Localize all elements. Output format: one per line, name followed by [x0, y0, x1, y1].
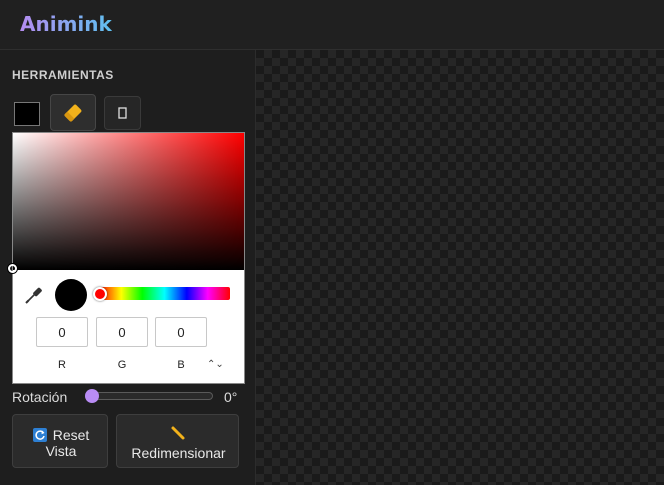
green-label: G: [117, 359, 127, 371]
resize-label: Redimensionar: [131, 445, 226, 461]
frame-icon: [118, 107, 127, 119]
hue-handle[interactable]: [93, 287, 107, 301]
reset-view-button[interactable]: Reset Vista: [12, 414, 108, 468]
drawing-canvas[interactable]: [256, 50, 664, 485]
saturation-area[interactable]: [13, 133, 244, 270]
eyedropper-icon[interactable]: [24, 285, 44, 305]
app-header: Animink: [0, 0, 664, 50]
rotation-label: Rotación: [12, 389, 68, 405]
color-preview: [55, 279, 87, 311]
reset-label: Reset: [52, 427, 90, 443]
color-picker: R G B ⌃⌄: [8, 132, 245, 384]
rotation-slider-thumb[interactable]: [85, 389, 99, 403]
blue-label: B: [177, 359, 185, 371]
app-title: Animink: [20, 12, 112, 36]
hue-slider[interactable]: [99, 287, 230, 300]
current-color-swatch[interactable]: [14, 102, 40, 126]
resize-button[interactable]: Redimensionar: [116, 414, 239, 468]
reset-label-line2: Vista: [45, 443, 77, 459]
tools-sidebar: HERRAMIENTAS R G B ⌃⌄: [0, 50, 256, 485]
green-input[interactable]: [96, 317, 148, 347]
saturation-handle[interactable]: [8, 264, 17, 273]
refresh-icon: [32, 428, 47, 442]
eraser-icon: [64, 104, 82, 122]
eraser-tool-button[interactable]: [50, 94, 96, 131]
ruler-icon: [171, 426, 185, 440]
tools-section-title: HERRAMIENTAS: [12, 68, 114, 82]
red-input[interactable]: [36, 317, 88, 347]
frame-tool-button[interactable]: [104, 96, 141, 130]
rotation-slider-track[interactable]: [88, 392, 213, 400]
rotation-value: 0°: [224, 389, 238, 405]
red-label: R: [58, 359, 66, 371]
color-mode-toggle[interactable]: ⌃⌄: [207, 359, 224, 370]
blue-input[interactable]: [155, 317, 207, 347]
